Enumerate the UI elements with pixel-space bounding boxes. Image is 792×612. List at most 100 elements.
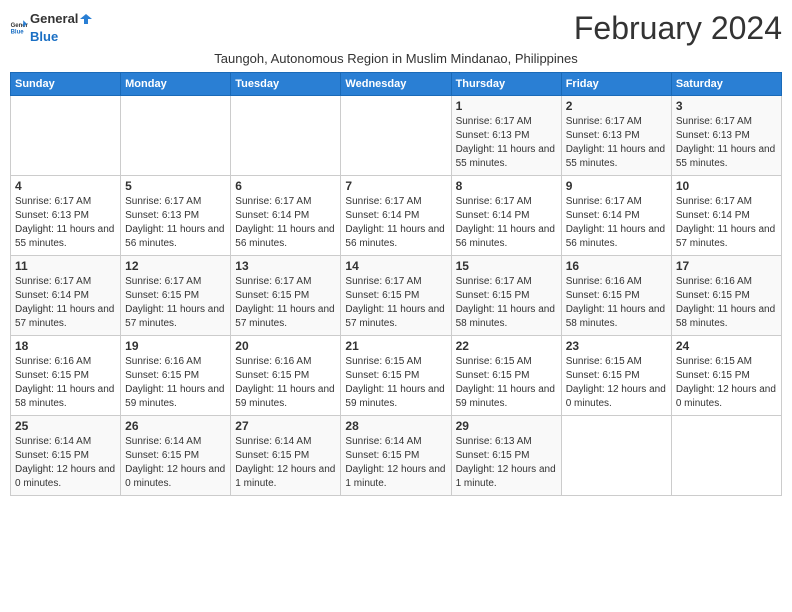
- cell-info: Sunrise: 6:14 AMSunset: 6:15 PMDaylight:…: [125, 435, 226, 491]
- calendar-cell: 7 Sunrise: 6:17 AMSunset: 6:14 PMDaylight…: [341, 176, 451, 256]
- calendar-cell: 15Sunrise: 6:17 AMSunset: 6:15 PMDayligh…: [451, 256, 561, 336]
- calendar-cell: [341, 96, 451, 176]
- calendar-cell: 17Sunrise: 6:16 AMSunset: 6:15 PMDayligh…: [671, 256, 781, 336]
- svg-text:Blue: Blue: [11, 29, 25, 35]
- month-title: February 2024: [574, 10, 782, 47]
- calendar-cell: 23 Sunrise: 6:15 AMSunset: 6:15 PMDayligh…: [561, 336, 671, 416]
- calendar-cell: 1 Sunrise: 6:17 AMSunset: 6:13 PMDaylight…: [451, 96, 561, 176]
- day-number: 29: [456, 419, 557, 433]
- calendar-cell: 3 Sunrise: 6:17 AMSunset: 6:13 PMDaylight…: [671, 96, 781, 176]
- cell-info: Sunrise: 6:17 AMSunset: 6:14 PMDaylight:…: [566, 195, 667, 251]
- cell-info: Sunrise: 6:16 AMSunset: 6:15 PMDaylight:…: [15, 355, 116, 411]
- day-number: 14: [345, 259, 446, 273]
- day-number: 5: [125, 179, 226, 193]
- calendar-cell: 6Sunrise: 6:17 AMSunset: 6:14 PMDaylight…: [231, 176, 341, 256]
- calendar-cell: 2Sunrise: 6:17 AMSunset: 6:13 PMDaylight…: [561, 96, 671, 176]
- day-number: 25: [15, 419, 116, 433]
- logo-text-blue: Blue: [30, 29, 58, 44]
- weekday-header-row: Sunday Monday Tuesday Wednesday Thursday…: [11, 73, 782, 96]
- header-tuesday: Tuesday: [231, 73, 341, 96]
- logo-icon: General Blue: [10, 19, 28, 37]
- cell-info: Sunrise: 6:17 AMSunset: 6:15 PMDaylight:…: [235, 275, 336, 331]
- calendar-cell: [671, 416, 781, 496]
- calendar-cell: 19Sunrise: 6:16 AMSunset: 6:15 PMDayligh…: [121, 336, 231, 416]
- day-number: 10: [676, 179, 777, 193]
- day-number: 7: [345, 179, 446, 193]
- cell-info: Sunrise: 6:16 AMSunset: 6:15 PMDaylight:…: [566, 275, 667, 331]
- header-friday: Friday: [561, 73, 671, 96]
- day-number: 4: [15, 179, 116, 193]
- calendar-cell: [121, 96, 231, 176]
- calendar-cell: 20 Sunrise: 6:16 AMSunset: 6:15 PMDayligh…: [231, 336, 341, 416]
- day-number: 24: [676, 339, 777, 353]
- day-number: 26: [125, 419, 226, 433]
- calendar-cell: 14 Sunrise: 6:17 AMSunset: 6:15 PMDayligh…: [341, 256, 451, 336]
- cell-info: Sunrise: 6:17 AMSunset: 6:13 PMDaylight:…: [566, 115, 667, 171]
- calendar-week-row-3: 18 Sunrise: 6:16 AMSunset: 6:15 PMDayligh…: [11, 336, 782, 416]
- calendar-week-row-4: 25 Sunrise: 6:14 AMSunset: 6:15 PMDayligh…: [11, 416, 782, 496]
- cell-info: Sunrise: 6:17 AMSunset: 6:13 PMDaylight:…: [125, 195, 226, 251]
- header-sunday: Sunday: [11, 73, 121, 96]
- calendar-cell: 9 Sunrise: 6:17 AMSunset: 6:14 PMDaylight…: [561, 176, 671, 256]
- calendar-week-row-1: 4 Sunrise: 6:17 AMSunset: 6:13 PMDaylight…: [11, 176, 782, 256]
- cell-info: Sunrise: 6:17 AMSunset: 6:15 PMDaylight:…: [125, 275, 226, 331]
- calendar-cell: [231, 96, 341, 176]
- cell-info: Sunrise: 6:17 AMSunset: 6:14 PMDaylight:…: [15, 275, 116, 331]
- calendar-cell: 18 Sunrise: 6:16 AMSunset: 6:15 PMDayligh…: [11, 336, 121, 416]
- day-number: 8: [456, 179, 557, 193]
- cell-info: Sunrise: 6:17 AMSunset: 6:13 PMDaylight:…: [456, 115, 557, 171]
- day-number: 11: [15, 259, 116, 273]
- day-number: 18: [15, 339, 116, 353]
- calendar-cell: 26 Sunrise: 6:14 AMSunset: 6:15 PMDayligh…: [121, 416, 231, 496]
- calendar-cell: 24 Sunrise: 6:15 AMSunset: 6:15 PMDayligh…: [671, 336, 781, 416]
- logo: General Blue General Blue: [10, 10, 93, 46]
- calendar-cell: 13Sunrise: 6:17 AMSunset: 6:15 PMDayligh…: [231, 256, 341, 336]
- day-number: 12: [125, 259, 226, 273]
- cell-info: Sunrise: 6:17 AMSunset: 6:13 PMDaylight:…: [676, 115, 777, 171]
- calendar-cell: 22 Sunrise: 6:15 AMSunset: 6:15 PMDayligh…: [451, 336, 561, 416]
- calendar-cell: 11 Sunrise: 6:17 AMSunset: 6:14 PMDayligh…: [11, 256, 121, 336]
- cell-info: Sunrise: 6:13 AMSunset: 6:15 PMDaylight:…: [456, 435, 557, 491]
- cell-info: Sunrise: 6:16 AMSunset: 6:15 PMDaylight:…: [235, 355, 336, 411]
- day-number: 23: [566, 339, 667, 353]
- header-wednesday: Wednesday: [341, 73, 451, 96]
- calendar-cell: 21Sunrise: 6:15 AMSunset: 6:15 PMDayligh…: [341, 336, 451, 416]
- calendar-cell: 5 Sunrise: 6:17 AMSunset: 6:13 PMDaylight…: [121, 176, 231, 256]
- header-monday: Monday: [121, 73, 231, 96]
- cell-info: Sunrise: 6:16 AMSunset: 6:15 PMDaylight:…: [676, 275, 777, 331]
- cell-info: Sunrise: 6:15 AMSunset: 6:15 PMDaylight:…: [676, 355, 777, 411]
- day-number: 1: [456, 99, 557, 113]
- cell-info: Sunrise: 6:17 AMSunset: 6:14 PMDaylight:…: [345, 195, 446, 251]
- cell-info: Sunrise: 6:17 AMSunset: 6:13 PMDaylight:…: [15, 195, 116, 251]
- calendar-cell: 8 Sunrise: 6:17 AMSunset: 6:14 PMDaylight…: [451, 176, 561, 256]
- calendar-week-row-0: 1 Sunrise: 6:17 AMSunset: 6:13 PMDaylight…: [11, 96, 782, 176]
- day-number: 22: [456, 339, 557, 353]
- header-saturday: Saturday: [671, 73, 781, 96]
- calendar-cell: [11, 96, 121, 176]
- cell-info: Sunrise: 6:15 AMSunset: 6:15 PMDaylight:…: [456, 355, 557, 411]
- cell-info: Sunrise: 6:17 AMSunset: 6:14 PMDaylight:…: [676, 195, 777, 251]
- day-number: 27: [235, 419, 336, 433]
- page-header: General Blue General Blue February 2024: [10, 10, 782, 47]
- calendar-week-row-2: 11 Sunrise: 6:17 AMSunset: 6:14 PMDayligh…: [11, 256, 782, 336]
- cell-info: Sunrise: 6:17 AMSunset: 6:14 PMDaylight:…: [456, 195, 557, 251]
- calendar-cell: 4 Sunrise: 6:17 AMSunset: 6:13 PMDaylight…: [11, 176, 121, 256]
- cell-info: Sunrise: 6:14 AMSunset: 6:15 PMDaylight:…: [15, 435, 116, 491]
- day-number: 19: [125, 339, 226, 353]
- calendar-cell: [561, 416, 671, 496]
- cell-info: Sunrise: 6:17 AMSunset: 6:15 PMDaylight:…: [456, 275, 557, 331]
- day-number: 20: [235, 339, 336, 353]
- logo-bird-icon: [79, 12, 93, 26]
- day-number: 3: [676, 99, 777, 113]
- header-thursday: Thursday: [451, 73, 561, 96]
- day-number: 6: [235, 179, 336, 193]
- day-number: 28: [345, 419, 446, 433]
- cell-info: Sunrise: 6:15 AMSunset: 6:15 PMDaylight:…: [566, 355, 667, 411]
- cell-info: Sunrise: 6:14 AMSunset: 6:15 PMDaylight:…: [345, 435, 446, 491]
- title-area: February 2024: [574, 10, 782, 47]
- day-number: 9: [566, 179, 667, 193]
- cell-info: Sunrise: 6:15 AMSunset: 6:15 PMDaylight:…: [345, 355, 446, 411]
- cell-info: Sunrise: 6:17 AMSunset: 6:15 PMDaylight:…: [345, 275, 446, 331]
- calendar-cell: 28 Sunrise: 6:14 AMSunset: 6:15 PMDayligh…: [341, 416, 451, 496]
- calendar-cell: 25 Sunrise: 6:14 AMSunset: 6:15 PMDayligh…: [11, 416, 121, 496]
